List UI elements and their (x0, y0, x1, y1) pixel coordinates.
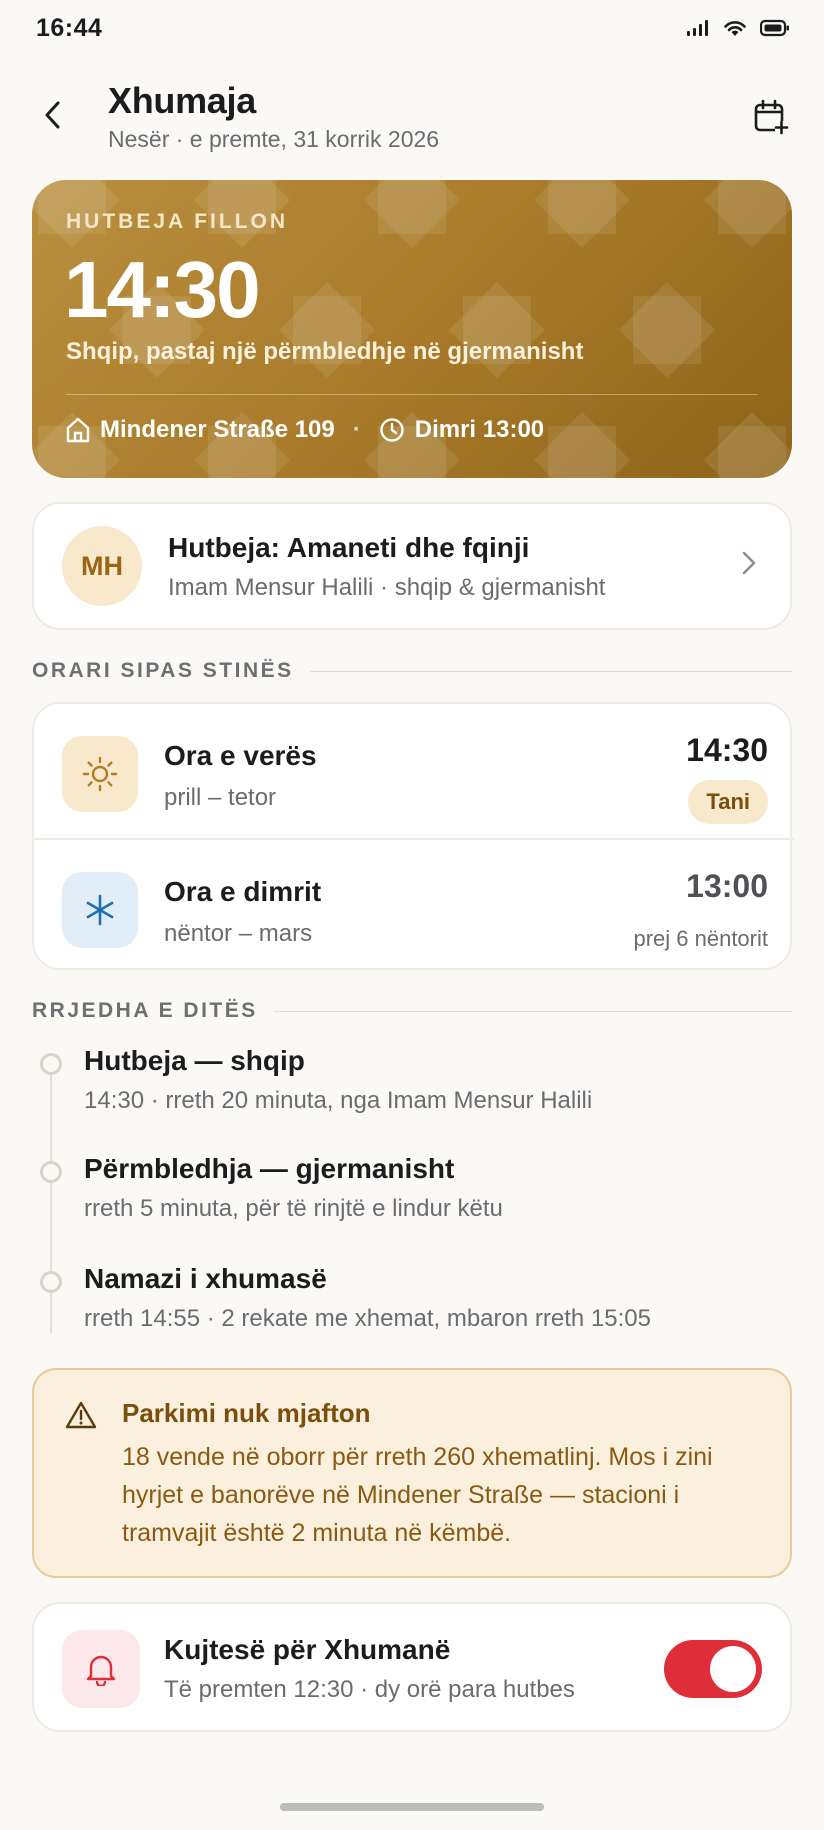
season-schedule-card: Ora e verës prill – tetor 14:30 Tani Ora… (32, 702, 794, 970)
battery-icon (760, 19, 789, 37)
parking-warning: Parkimi nuk mjafton 18 vende në oborr pë… (32, 1368, 792, 1578)
timeline-item-title: Përmbledhja — gjermanisht (84, 1153, 455, 1184)
clock-icon (379, 417, 405, 443)
warning-title: Parkimi nuk mjafton (122, 1398, 371, 1428)
timeline-dot (40, 1271, 62, 1293)
reminder-toggle[interactable] (664, 1640, 762, 1698)
sermon-card[interactable]: MH Hutbeja: Amaneti dhe fqinji Imam Mens… (32, 502, 792, 630)
reminder-subtitle: Të premten 12:30 · dy orë para hutbes (164, 1676, 575, 1703)
timeline-item-title: Hutbeja — shqip (84, 1045, 305, 1076)
current-badge: Tani (688, 780, 768, 824)
hero-divider (66, 394, 758, 395)
summer-label: Ora e verës (164, 740, 317, 771)
imam-avatar: MH (62, 526, 142, 606)
home-indicator[interactable] (280, 1803, 544, 1811)
snowflake-icon (62, 872, 138, 948)
reminder-card: Kujtesë për Xhumanë Të premten 12:30 · d… (32, 1602, 792, 1732)
schedule-section-header: ORARI SIPAS STINËS (32, 656, 792, 686)
timeline-item-subtitle: rreth 14:55 · 2 rekate me xhemat, mbaron… (84, 1305, 651, 1332)
back-arrow-icon (45, 101, 60, 129)
sermon-title: Hutbeja: Amaneti dhe fqinji (168, 532, 530, 563)
section-divider (273, 1010, 792, 1012)
summer-months: prill – tetor (164, 784, 277, 811)
sun-icon (62, 736, 138, 812)
app-header: Xhumaja Nesër · e premte, 31 korrik 2026 (0, 70, 824, 160)
status-bar: 16:44 (0, 0, 824, 60)
reminder-title: Kujtesë për Xhumanë (164, 1634, 451, 1665)
timeline-dot (40, 1053, 62, 1075)
sermon-start-hero: HUTBEJA FILLON 14:30 Shqip, pastaj një p… (32, 180, 792, 478)
winter-time: Dimri 13:00 (414, 416, 545, 443)
add-to-calendar-button[interactable] (746, 92, 796, 142)
page-title: Xhumaja (108, 80, 256, 121)
sermon-subtitle: Imam Mensur Halili · shqip & gjermanisht (168, 574, 606, 601)
winter-note: prej 6 nëntorit (633, 926, 768, 951)
summer-row: Ora e verës prill – tetor 14:30 Tani (34, 704, 794, 836)
signal-icon (687, 20, 708, 36)
wifi-icon (724, 21, 746, 36)
calendar-add-icon (754, 99, 789, 135)
timeline-item-subtitle: rreth 5 minuta, për të rinjtë e lindur k… (84, 1195, 503, 1222)
winter-months: nëntor – mars (164, 920, 313, 947)
day-timeline: Hutbeja — shqip 14:30 · rreth 20 minuta,… (32, 1045, 792, 1345)
bell-icon (62, 1630, 140, 1708)
section-divider (309, 670, 792, 672)
summer-time: 14:30 (686, 732, 768, 768)
home-icon (66, 417, 90, 443)
schedule-section-title: ORARI SIPAS STINËS (32, 659, 294, 682)
winter-time-value: 13:00 (686, 868, 768, 904)
warning-body: 18 vende në oborr për rreth 260 xhematli… (122, 1443, 713, 1547)
status-icons (686, 18, 790, 38)
hero-description: Shqip, pastaj një përmbledhje në gjerman… (66, 338, 584, 365)
timeline-item-title: Namazi i xhumasë (84, 1263, 327, 1294)
status-time: 16:44 (36, 14, 103, 42)
timeline-item-subtitle: 14:30 · rreth 20 minuta, nga Imam Mensur… (84, 1087, 593, 1114)
winter-label: Ora e dimrit (164, 876, 322, 907)
toggle-knob (710, 1646, 756, 1692)
timeline-section-title: RRJEDHA E DITËS (32, 999, 258, 1022)
timeline-dot (40, 1161, 62, 1183)
back-button[interactable] (30, 92, 76, 138)
meta-separator: · (352, 416, 361, 443)
page-subtitle: Nesër · e premte, 31 korrik 2026 (108, 126, 440, 152)
chevron-right-icon (742, 551, 756, 575)
hero-label: HUTBEJA FILLON (66, 210, 289, 233)
warning-icon (65, 1401, 97, 1429)
hero-meta: Mindener Straße 109 · Dimri 13:00 (66, 416, 544, 444)
timeline-section-header: RRJEDHA E DITËS (32, 996, 792, 1026)
mosque-address: Mindener Straße 109 (100, 416, 335, 443)
hero-time: 14:30 (64, 245, 261, 334)
winter-row: Ora e dimrit nëntor – mars 13:00 prej 6 … (34, 838, 794, 970)
